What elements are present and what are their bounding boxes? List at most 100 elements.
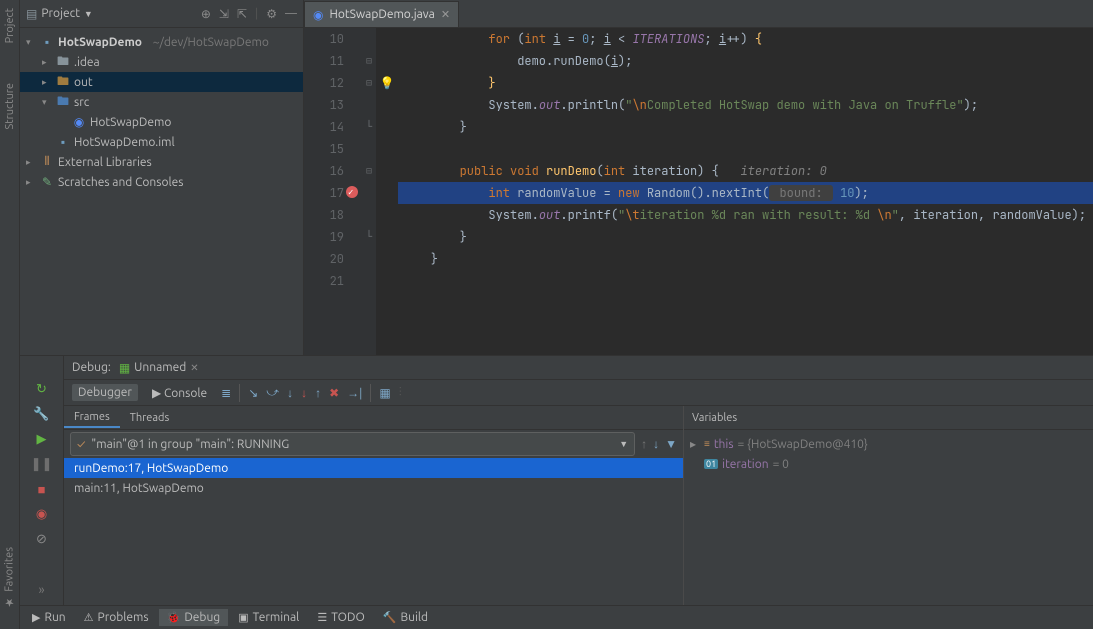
- application-icon: ▦: [119, 361, 130, 375]
- pause-icon[interactable]: ❚❚: [31, 457, 53, 472]
- terminal-tool-button[interactable]: ▣Terminal: [230, 609, 307, 626]
- project-tree: ▾ ▪ HotSwapDemo ~/dev/HotSwapDemo ▸ 🖿 .i…: [20, 28, 303, 355]
- project-view-selector[interactable]: ▤ Project ▼: [26, 7, 93, 21]
- hide-icon[interactable]: —: [285, 7, 297, 21]
- tree-out-folder[interactable]: ▸ 🖿 out: [20, 72, 303, 92]
- filter-icon[interactable]: ▼: [665, 437, 677, 451]
- fold-strip[interactable]: ⊟⊟└⊟└: [362, 28, 376, 355]
- project-header: ▤ Project ▼ ⊕ ⇲ ⇱ | ⚙ —: [20, 0, 303, 28]
- debug-label: Debug:: [72, 361, 111, 374]
- variables-pane: Variables ▸ ≡ this = {HotSwapDemo@410} 0…: [684, 406, 1093, 605]
- primitive-icon: 01: [704, 459, 718, 469]
- more-icon[interactable]: »: [38, 583, 44, 597]
- editor-tab-hotswapdemo[interactable]: ◉ HotSwapDemo.java ✕: [304, 1, 459, 27]
- play-icon: ▶: [32, 611, 40, 624]
- module-icon: ▪: [40, 35, 54, 49]
- library-icon: ⫴: [40, 155, 54, 169]
- todo-tool-button[interactable]: ☰TODO: [309, 609, 372, 626]
- evaluate-icon[interactable]: ▦: [379, 386, 390, 400]
- debug-header: Debug: ▦ Unnamed ✕: [64, 356, 1093, 380]
- prev-frame-icon[interactable]: ↑: [641, 437, 647, 451]
- step-over-icon[interactable]: ⤻: [266, 386, 279, 400]
- source-folder-icon: 🖿: [56, 92, 70, 113]
- expand-all-icon[interactable]: ⇲: [219, 7, 229, 21]
- resume-icon[interactable]: ▶: [37, 432, 47, 447]
- module-icon: ▪: [56, 135, 70, 149]
- locate-icon[interactable]: ⊕: [201, 7, 211, 21]
- next-frame-icon[interactable]: ↓: [653, 437, 659, 451]
- lightbulb-icon[interactable]: 💡: [376, 72, 398, 94]
- thread-selector[interactable]: ✓ "main"@1 in group "main": RUNNING ▼: [70, 432, 635, 456]
- class-icon: ◉: [313, 8, 323, 22]
- variables-header: Variables: [684, 406, 1093, 430]
- hint-strip: 💡: [376, 28, 398, 355]
- view-breakpoints-icon[interactable]: ◉: [36, 507, 47, 522]
- code-lines[interactable]: for (int i = 0; i < ITERATIONS; i++) { d…: [398, 28, 1093, 355]
- debugger-tab[interactable]: Debugger: [72, 384, 138, 401]
- folder-icon: 🖿: [56, 52, 70, 73]
- code-editor[interactable]: 10 11 12 13 14 15 16 17 18 19 20 21 ⊟⊟└⊟…: [304, 28, 1093, 355]
- frame-row[interactable]: runDemo:17, HotSwapDemo: [64, 458, 683, 478]
- line-gutter[interactable]: 10 11 12 13 14 15 16 17 18 19 20 21: [304, 28, 362, 355]
- close-icon[interactable]: ✕: [190, 362, 198, 374]
- rerun-icon[interactable]: ↻: [36, 382, 47, 397]
- chevron-down-icon: ▼: [619, 439, 628, 449]
- class-icon: ◉: [72, 115, 86, 129]
- editor-pane: ◉ HotSwapDemo.java ✕ 10 11 12 13 14 15 1…: [304, 0, 1093, 355]
- warning-icon: ⚠: [84, 611, 94, 624]
- scratch-icon: ✎: [40, 175, 54, 189]
- console-icon: ▶: [152, 387, 161, 400]
- stop-icon[interactable]: ■: [38, 482, 46, 497]
- check-icon: ✓: [77, 438, 85, 451]
- param-hint: bound:: [769, 185, 833, 201]
- console-tab[interactable]: ▶ Console: [146, 384, 213, 402]
- frame-row[interactable]: main:11, HotSwapDemo: [64, 478, 683, 498]
- object-icon: ≡: [704, 438, 710, 450]
- debug-toolbar: Debugger ▶ Console ≣ ↘ ⤻ ↓ ↓ ↑ ✖ →| ▦ ⫶: [64, 380, 1093, 406]
- mute-breakpoints-icon[interactable]: ⊘: [36, 532, 47, 547]
- debug-tool-button[interactable]: 🐞Debug: [159, 609, 229, 626]
- tree-idea-folder[interactable]: ▸ 🖿 .idea: [20, 52, 303, 72]
- editor-tabs: ◉ HotSwapDemo.java ✕: [304, 0, 1093, 28]
- bottom-tool-bar: ▶Run ⚠Problems 🐞Debug ▣Terminal ☰TODO 🔨B…: [20, 605, 1093, 629]
- rail-project-tab[interactable]: Project: [4, 8, 16, 43]
- run-config-selector[interactable]: ▦ Unnamed ✕: [119, 361, 199, 375]
- breakpoint-icon[interactable]: [346, 186, 358, 198]
- drop-frame-icon[interactable]: ✖: [329, 386, 339, 400]
- frames-tab[interactable]: Frames: [64, 408, 120, 428]
- tree-external-libraries[interactable]: ▸ ⫴ External Libraries: [20, 152, 303, 172]
- run-tool-button[interactable]: ▶Run: [24, 609, 74, 626]
- rail-favorites-tab[interactable]: ★Favorites: [3, 547, 16, 609]
- threads-tab[interactable]: Threads: [120, 409, 180, 427]
- threads-icon[interactable]: ≣: [221, 386, 231, 400]
- trace-icon[interactable]: ⫶: [399, 386, 402, 400]
- step-out-icon[interactable]: ↑: [315, 386, 321, 400]
- debug-action-rail: ↻ 🔧 ▶ ❚❚ ■ ◉ ⊘ »: [20, 356, 64, 605]
- project-tool-window: ▤ Project ▼ ⊕ ⇲ ⇱ | ⚙ — ▾ ▪ HotSwapDemo …: [20, 0, 304, 355]
- run-to-cursor-icon[interactable]: →|: [347, 386, 362, 400]
- show-exec-point-icon[interactable]: ↘: [248, 386, 258, 400]
- rail-structure-tab[interactable]: Structure: [4, 83, 16, 130]
- terminal-icon: ▣: [238, 611, 248, 624]
- step-into-icon[interactable]: ↓: [287, 386, 293, 400]
- inline-hint: iteration: 0: [740, 163, 826, 179]
- hammer-icon: 🔨: [383, 611, 397, 624]
- collapse-all-icon[interactable]: ⇱: [237, 7, 247, 21]
- modify-run-config-icon[interactable]: 🔧: [33, 407, 49, 422]
- tree-iml-file[interactable]: ▪ HotSwapDemo.iml: [20, 132, 303, 152]
- close-icon[interactable]: ✕: [441, 8, 450, 21]
- gear-icon[interactable]: ⚙: [266, 7, 277, 21]
- folder-icon: ▤: [26, 7, 37, 21]
- frames-list: runDemo:17, HotSwapDemo main:11, HotSwap…: [64, 458, 683, 605]
- variable-row-iteration[interactable]: 01 iteration = 0: [690, 454, 1087, 474]
- tree-src-folder[interactable]: ▾ 🖿 src: [20, 92, 303, 112]
- variable-row-this[interactable]: ▸ ≡ this = {HotSwapDemo@410}: [690, 434, 1087, 454]
- tree-scratches[interactable]: ▸ ✎ Scratches and Consoles: [20, 172, 303, 192]
- debug-tool-window: ↻ 🔧 ▶ ❚❚ ■ ◉ ⊘ » Debug: ▦ Unnamed ✕ Debu…: [20, 355, 1093, 605]
- tree-root[interactable]: ▾ ▪ HotSwapDemo ~/dev/HotSwapDemo: [20, 32, 303, 52]
- tree-class-file[interactable]: ◉ HotSwapDemo: [20, 112, 303, 132]
- build-tool-button[interactable]: 🔨Build: [375, 609, 436, 626]
- problems-tool-button[interactable]: ⚠Problems: [76, 609, 157, 626]
- folder-icon: 🖿: [56, 72, 70, 93]
- force-step-into-icon[interactable]: ↓: [301, 386, 307, 400]
